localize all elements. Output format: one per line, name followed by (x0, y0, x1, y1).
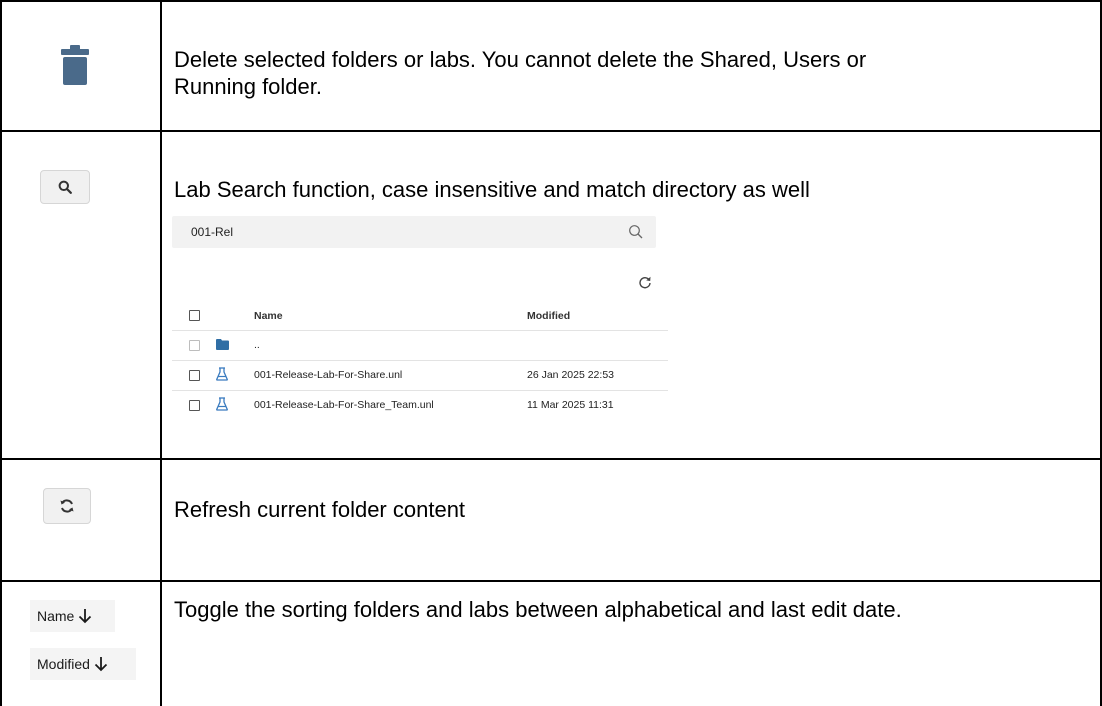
trash-icon (61, 45, 89, 85)
row-description: Refresh current folder content (174, 497, 466, 522)
row-checkbox[interactable] (189, 340, 200, 351)
search-button[interactable] (40, 170, 90, 204)
parent-folder-label[interactable]: .. (254, 339, 260, 351)
column-header-modified[interactable]: Modified (527, 310, 570, 322)
file-modified: 26 Jan 2025 22:53 (527, 369, 614, 381)
search-icon[interactable] (628, 224, 644, 240)
arrow-down-icon (79, 609, 92, 624)
table-row[interactable]: .. (172, 330, 668, 361)
description-line: Delete selected folders or labs. You can… (174, 47, 867, 72)
row-divider (0, 580, 1102, 582)
file-table-header: Name Modified (172, 304, 668, 331)
row-checkbox[interactable] (189, 400, 200, 411)
column-divider (160, 0, 162, 706)
search-example-screenshot: 001-Rel Name Modified .. 001-Release-Lab… (172, 214, 672, 440)
feature-table: Delete selected folders or labs. You can… (0, 0, 1102, 706)
description-line: Running folder. (174, 74, 322, 99)
table-row[interactable]: 001-Release-Lab-For-Share.unl 26 Jan 202… (172, 360, 668, 391)
row-description: Lab Search function, case insensitive an… (174, 177, 810, 202)
table-border-left (0, 0, 2, 706)
column-header-name[interactable]: Name (254, 310, 283, 322)
refresh-icon (60, 499, 74, 513)
lab-flask-icon (216, 397, 228, 411)
file-modified: 11 Mar 2025 11:31 (527, 399, 614, 411)
row-divider (0, 458, 1102, 460)
table-border-top (0, 0, 1102, 2)
row-description: Toggle the sorting folders and labs betw… (174, 597, 902, 622)
row-checkbox[interactable] (189, 370, 200, 381)
sort-modified-label: Modified (37, 656, 90, 672)
table-row[interactable]: 001-Release-Lab-For-Share_Team.unl 11 Ma… (172, 390, 668, 420)
search-icon (58, 180, 72, 194)
sort-by-name-button[interactable]: Name (30, 600, 115, 632)
refresh-icon[interactable] (638, 275, 652, 289)
row-divider (0, 130, 1102, 132)
sort-by-modified-button[interactable]: Modified (30, 648, 136, 680)
select-all-checkbox[interactable] (189, 310, 200, 321)
search-input[interactable]: 001-Rel (172, 216, 656, 248)
file-name[interactable]: 001-Release-Lab-For-Share_Team.unl (254, 399, 434, 411)
file-name[interactable]: 001-Release-Lab-For-Share.unl (254, 369, 402, 381)
lab-flask-icon (216, 367, 228, 381)
arrow-down-icon (94, 657, 108, 672)
search-query: 001-Rel (191, 225, 234, 239)
folder-icon (216, 339, 229, 350)
sort-name-label: Name (37, 608, 75, 624)
row-description: Delete selected folders or labs. You can… (174, 46, 866, 100)
refresh-button[interactable] (43, 488, 91, 524)
